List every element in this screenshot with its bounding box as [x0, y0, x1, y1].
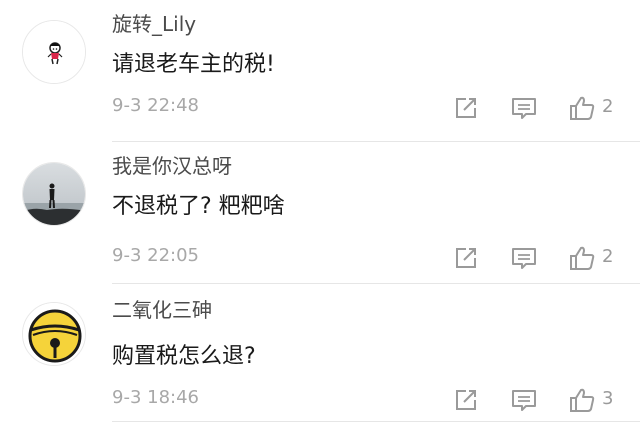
seaside-photo-avatar-icon: [23, 163, 85, 225]
like-count: 3: [602, 388, 614, 409]
reply-icon: [512, 390, 536, 411]
divider: [112, 421, 640, 422]
thumbs-up-icon: [570, 246, 595, 270]
comment-item: 我是你汉总呀 不退税了? 粑粑啥 9-3 22:05 2: [0, 142, 640, 284]
like-count: 2: [602, 246, 614, 267]
reply-icon: [512, 98, 536, 119]
avatar[interactable]: [22, 302, 86, 366]
share-icon: [456, 390, 476, 410]
like-button[interactable]: [568, 94, 596, 122]
timestamp: 9-3 18:46: [112, 387, 199, 408]
username[interactable]: 我是你汉总呀: [112, 152, 232, 180]
comment-text: 不退税了? 粑粑啥: [112, 194, 285, 219]
yellow-bell-avatar-icon: [23, 303, 85, 365]
share-button[interactable]: [452, 244, 480, 272]
like-button[interactable]: [568, 244, 596, 272]
comment-item: 二氧化三砷 购置税怎么退? 9-3 18:46 3: [0, 284, 640, 426]
thumbs-up-icon: [570, 388, 595, 412]
avatar[interactable]: [22, 162, 86, 226]
share-button[interactable]: [452, 94, 480, 122]
timestamp: 9-3 22:05: [112, 245, 199, 266]
comment-item: 旋转_Lily 请退老车主的税! 9-3 22:48 2: [0, 0, 640, 142]
reply-icon: [512, 248, 536, 269]
comment-text: 购置税怎么退?: [112, 344, 256, 369]
username[interactable]: 二氧化三砷: [112, 296, 212, 324]
reply-button[interactable]: [510, 244, 538, 272]
reply-button[interactable]: [510, 94, 538, 122]
thumbs-up-icon: [570, 96, 595, 120]
cartoon-figure-avatar-icon: [23, 21, 85, 83]
comment-text: 请退老车主的税!: [112, 52, 275, 77]
like-button[interactable]: [568, 386, 596, 414]
share-icon: [456, 98, 476, 118]
like-count: 2: [602, 96, 614, 117]
timestamp: 9-3 22:48: [112, 95, 199, 116]
avatar[interactable]: [22, 20, 86, 84]
username[interactable]: 旋转_Lily: [112, 10, 196, 38]
share-button[interactable]: [452, 386, 480, 414]
share-icon: [456, 248, 476, 268]
reply-button[interactable]: [510, 386, 538, 414]
